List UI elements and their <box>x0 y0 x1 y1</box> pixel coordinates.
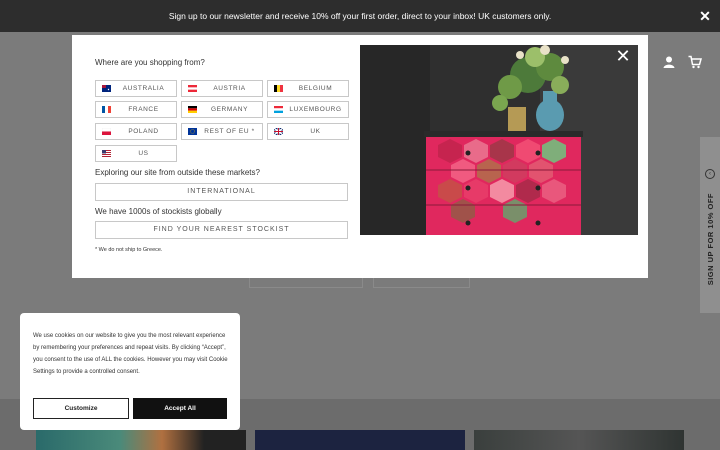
painted-dresser-photo <box>360 45 638 235</box>
accept-all-button[interactable]: Accept All <box>133 398 227 419</box>
outside-markets-text: Exploring our site from outside these ma… <box>95 168 260 177</box>
flag-belgium-icon <box>274 85 283 92</box>
country-button-belgium[interactable]: BELGIUM <box>267 80 349 97</box>
flag-luxembourg-icon <box>274 106 283 113</box>
header-icons <box>662 55 702 69</box>
country-button-rest-of-eu[interactable]: REST OF EU * <box>181 123 263 140</box>
country-button-luxembourg[interactable]: LUXEMBOURG <box>267 101 349 118</box>
flag-eu-icon <box>188 128 197 135</box>
country-selector-modal: Where are you shopping from? AUSTRALIA A… <box>72 35 648 278</box>
newsletter-message: Sign up to our newsletter and receive 10… <box>168 11 552 21</box>
cart-icon[interactable] <box>688 55 702 69</box>
account-icon[interactable] <box>662 55 676 69</box>
country-button-uk[interactable]: UK <box>267 123 349 140</box>
product-tile[interactable] <box>36 430 246 450</box>
international-button[interactable]: INTERNATIONAL <box>95 183 348 201</box>
cookie-message: We use cookies on our website to give yo… <box>33 333 228 375</box>
newsletter-bar: Sign up to our newsletter and receive 10… <box>0 0 720 32</box>
flag-uk-icon <box>274 128 283 135</box>
stockists-text: We have 1000s of stockists globally <box>95 207 222 216</box>
product-tile[interactable] <box>255 430 465 450</box>
flag-us-icon <box>102 150 111 157</box>
country-button-germany[interactable]: GERMANY <box>181 101 263 118</box>
country-button-france[interactable]: FRANCE <box>95 101 177 118</box>
customize-button[interactable]: Customize <box>33 398 129 419</box>
country-button-austria[interactable]: AUSTRIA <box>181 80 263 97</box>
flag-austria-icon <box>188 85 197 92</box>
country-button-australia[interactable]: AUSTRALIA <box>95 80 177 97</box>
chevron-left-icon: ‹ <box>705 169 715 179</box>
country-button-poland[interactable]: POLAND <box>95 123 177 140</box>
flag-germany-icon <box>188 106 197 113</box>
product-tile[interactable] <box>474 430 684 450</box>
shipping-note: * We do not ship to Greece. <box>95 247 163 253</box>
modal-close-icon[interactable]: ✕ <box>615 47 631 65</box>
close-icon[interactable]: ✕ <box>698 8 712 24</box>
modal-title: Where are you shopping from? <box>95 58 205 67</box>
country-button-us[interactable]: US <box>95 145 177 162</box>
find-stockist-button[interactable]: FIND YOUR NEAREST STOCKIST <box>95 221 348 239</box>
flag-poland-icon <box>102 128 111 135</box>
cookie-banner: We use cookies on our website to give yo… <box>20 313 240 430</box>
flag-france-icon <box>102 106 111 113</box>
flag-australia-icon <box>102 85 111 92</box>
newsletter-side-tab[interactable]: ‹ SIGN UP FOR 10% OFF <box>700 137 720 313</box>
side-tab-label: SIGN UP FOR 10% OFF <box>705 193 715 286</box>
